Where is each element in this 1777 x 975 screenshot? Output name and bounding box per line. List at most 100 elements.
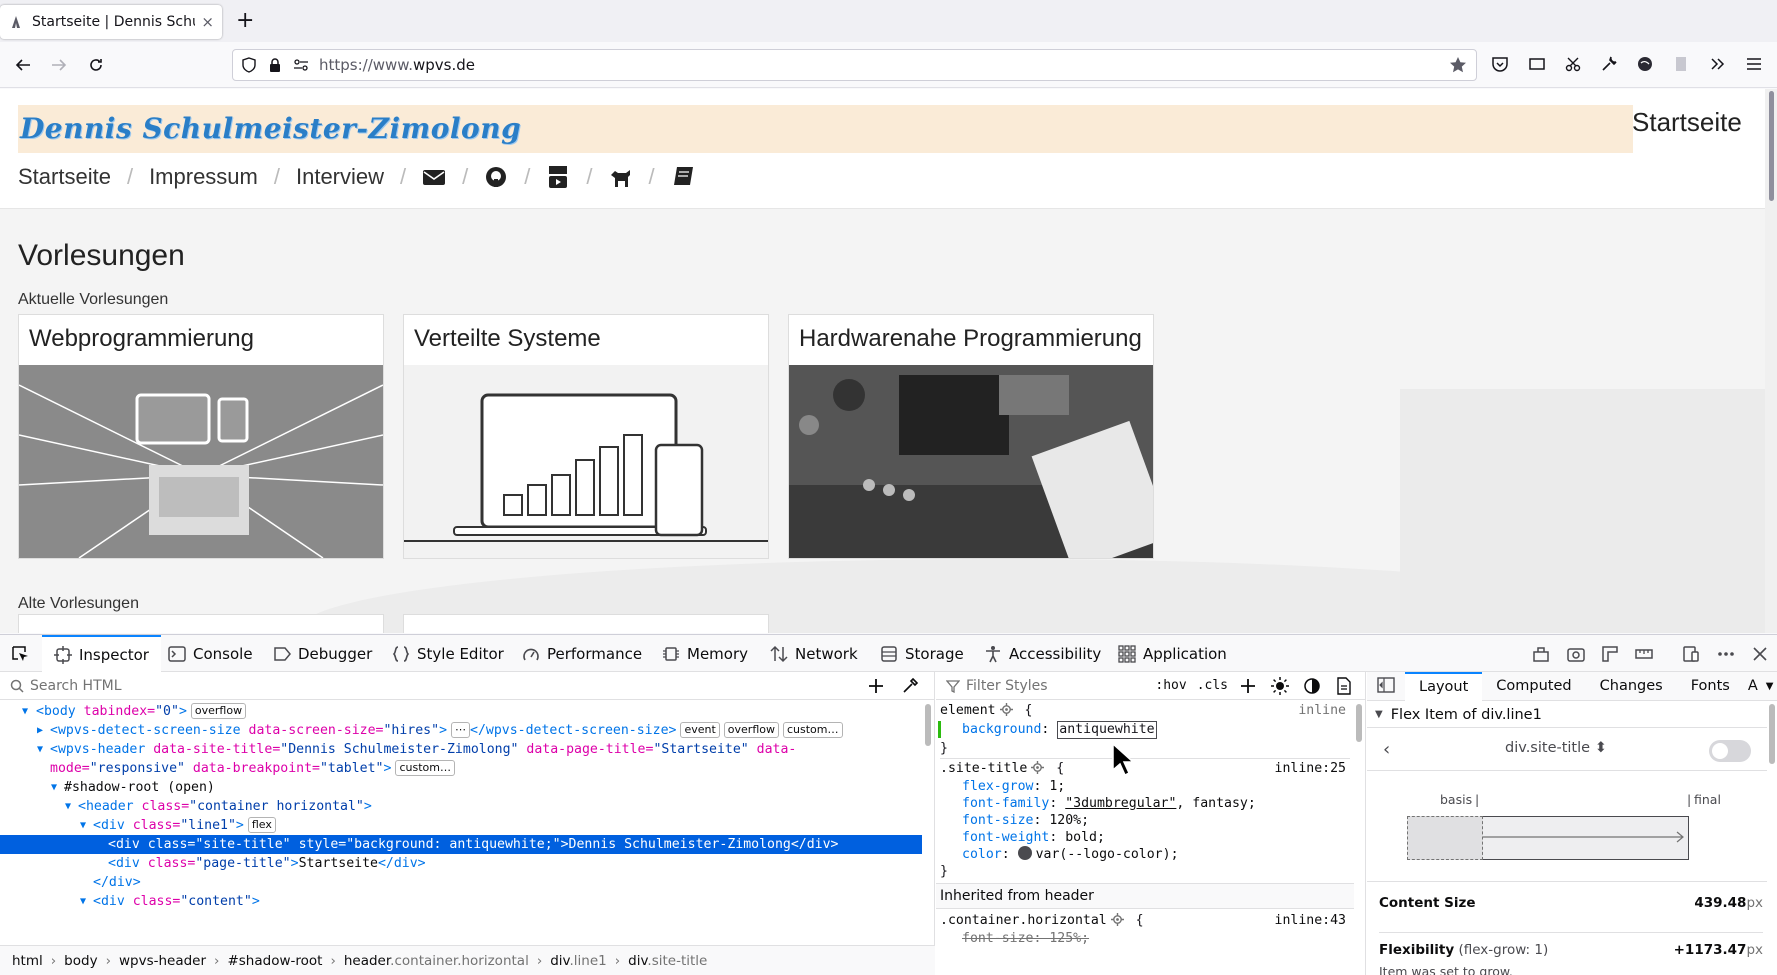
tab-overflow[interactable]: A <box>1744 672 1762 701</box>
tab-computed[interactable]: Computed <box>1482 672 1585 701</box>
breadcrumb-html[interactable]: html <box>12 953 43 969</box>
expand-triangle-icon[interactable]: ▼ <box>65 797 71 816</box>
collapse-triangle-icon[interactable]: ▼ <box>1375 709 1383 720</box>
overflow-badge[interactable]: overflow <box>723 722 779 738</box>
tree-node-page-title[interactable]: <div class="page-title">Startseite</div> <box>0 854 922 873</box>
rule-selector[interactable]: .container.horizontal <box>940 913 1107 928</box>
breadcrumb-body[interactable]: body <box>64 953 97 969</box>
expand-triangle-icon[interactable]: ▼ <box>22 702 28 721</box>
property-value[interactable]: 1; <box>1049 779 1065 794</box>
eyedropper-button[interactable] <box>901 677 921 695</box>
reload-button[interactable] <box>85 54 107 76</box>
tab-network[interactable]: Network <box>770 635 858 672</box>
new-tab-button[interactable]: + <box>236 10 254 32</box>
lecture-card-verteilte-systeme[interactable]: Verteilte Systeme <box>403 314 769 559</box>
dev-tools-button[interactable] <box>1598 53 1620 75</box>
breadcrumb-header[interactable]: header.container.horizontal <box>344 953 529 969</box>
lock-icon[interactable] <box>267 57 283 73</box>
property-name[interactable]: background <box>962 722 1041 737</box>
tracking-protection-shield-icon[interactable] <box>241 57 257 73</box>
back-button[interactable] <box>12 54 34 76</box>
book-icon[interactable] <box>671 165 695 189</box>
light-scheme-button[interactable] <box>1270 676 1290 696</box>
nav-link-startseite[interactable]: Startseite <box>18 164 111 190</box>
breadcrumb-line1[interactable]: div.line1 <box>550 953 607 969</box>
reader-button[interactable] <box>1670 53 1692 75</box>
property-value[interactable]: bold; <box>1065 830 1105 845</box>
mail-icon[interactable] <box>422 165 446 189</box>
declaration-background[interactable]: background: antiquewhite <box>940 720 1350 739</box>
dark-scheme-button[interactable] <box>1302 676 1322 696</box>
tab-console[interactable]: Console <box>168 635 253 672</box>
responsive-design-button[interactable] <box>1526 53 1548 75</box>
scrollbar-thumb[interactable] <box>1769 91 1774 201</box>
tab-inspector[interactable]: Inspector <box>42 635 161 672</box>
tree-node-content[interactable]: ▼ <div class="content"> <box>0 892 922 911</box>
url-bar[interactable]: https://www.wpvs.de <box>232 49 1477 81</box>
custom-badge[interactable]: custom… <box>782 722 843 738</box>
old-lecture-card[interactable] <box>18 614 384 633</box>
property-name[interactable]: font-size <box>962 813 1033 828</box>
breadcrumb-shadow-root[interactable]: #shadow-root <box>227 953 322 969</box>
browser-tab[interactable]: Startseite | Dennis Schulmeister-Zimolon… <box>0 5 222 39</box>
rulers-button[interactable] <box>1600 644 1620 664</box>
tree-node-line1[interactable]: ▼ <div class="line1"> flex <box>0 816 922 835</box>
expand-triangle-icon[interactable]: ▼ <box>37 740 43 759</box>
page-scrollbar[interactable] <box>1765 89 1777 633</box>
lecture-card-hardwarenahe-programmierung[interactable]: Hardwarenahe Programmierung <box>788 314 1154 559</box>
overridden-declaration[interactable]: font-size: 125%; <box>940 929 1350 948</box>
expand-triangle-icon[interactable]: ▼ <box>80 892 86 911</box>
tab-performance[interactable]: Performance <box>522 635 642 672</box>
property-name[interactable]: color <box>962 847 1002 862</box>
node-options-gear-icon[interactable] <box>999 703 1013 716</box>
site-title[interactable]: Dennis Schulmeister-Zimolong <box>18 105 1633 153</box>
nav-link-impressum[interactable]: Impressum <box>149 164 258 190</box>
add-node-button[interactable] <box>867 677 887 695</box>
tab-debugger[interactable]: Debugger <box>273 635 372 672</box>
extension-button[interactable] <box>1634 53 1656 75</box>
forward-button[interactable] <box>48 54 70 76</box>
dock-button[interactable] <box>1681 644 1701 664</box>
screenshot-button[interactable] <box>1562 53 1584 75</box>
class-toggle[interactable]: .cls <box>1197 678 1228 693</box>
property-name[interactable]: font-weight <box>962 830 1049 845</box>
expand-triangle-icon[interactable]: ▼ <box>51 778 57 797</box>
tree-node-wpvs-header-cont[interactable]: mode="responsive" data-breakpoint="table… <box>0 759 922 778</box>
permissions-icon[interactable] <box>293 57 309 73</box>
search-html-input[interactable]: Search HTML <box>30 678 867 694</box>
tab-memory[interactable]: Memory <box>662 635 748 672</box>
flex-highlight-toggle[interactable] <box>1709 740 1751 762</box>
custom-badge[interactable]: custom… <box>395 760 455 776</box>
nav-link-interview[interactable]: Interview <box>296 164 384 190</box>
tab-changes[interactable]: Changes <box>1586 672 1677 701</box>
scrollbar-thumb[interactable] <box>1769 704 1775 764</box>
bookmark-star-icon[interactable] <box>1448 55 1468 75</box>
ellipsis-badge[interactable]: ⋯ <box>451 722 471 738</box>
youtube-icon[interactable] <box>546 165 570 189</box>
tab-close-icon[interactable]: × <box>201 13 214 31</box>
hover-state-toggle[interactable]: :hov <box>1155 678 1186 693</box>
url-text[interactable]: https://www.wpvs.de <box>319 56 1448 74</box>
property-value[interactable]: , fantasy; <box>1176 796 1255 811</box>
tree-node-line1-close[interactable]: </div> <box>0 873 922 892</box>
pick-iframe-button[interactable] <box>1531 644 1551 664</box>
github-icon[interactable] <box>484 165 508 189</box>
flex-item-select[interactable]: div.site-title ⬍ <box>1505 740 1607 756</box>
tab-application[interactable]: Application <box>1118 635 1227 672</box>
screenshot-node-button[interactable] <box>1566 644 1586 664</box>
property-value-editor[interactable]: antiquewhite <box>1057 721 1157 739</box>
property-name[interactable]: font-family <box>962 796 1049 811</box>
color-swatch[interactable] <box>1017 846 1032 860</box>
tree-node-shadow-root[interactable]: ▼ #shadow-root (open) <box>0 778 922 797</box>
markup-scrollbar[interactable] <box>923 702 933 944</box>
print-media-button[interactable] <box>1334 676 1354 696</box>
tab-overflow-chevron-icon[interactable]: ▼ <box>1762 672 1777 701</box>
flex-item-header[interactable]: ▼ Flex Item of div.line1 <box>1367 702 1767 728</box>
flex-badge[interactable]: flex <box>247 817 276 833</box>
font-link[interactable]: "3dumbregular" <box>1065 796 1176 811</box>
overflow-badge[interactable]: overflow <box>190 703 247 719</box>
tab-storage[interactable]: Storage <box>880 635 964 672</box>
close-devtools-button[interactable] <box>1750 644 1770 664</box>
toggle-sidebar-button[interactable] <box>1367 672 1405 701</box>
tab-style-editor[interactable]: Style Editor <box>392 635 504 672</box>
